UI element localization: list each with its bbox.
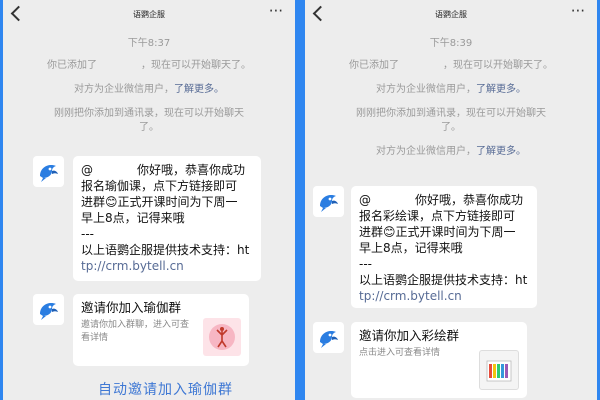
message-text: 你好哦，恭喜你成功 (137, 163, 246, 177)
chat-title: 语鹦企服 (435, 10, 467, 19)
message-link[interactable]: tp://crm.bytell.cn (81, 258, 253, 274)
parrot-logo-icon[interactable] (313, 186, 344, 217)
art-thumbnail-icon (479, 350, 519, 390)
message-text: 以上语鹦企服提供技术支持：ht (81, 243, 250, 257)
card-description: 点击进入可查看详情 (359, 348, 441, 358)
message-bubble[interactable]: @ 你好哦，恭喜你成功 报名瑜伽课，点下方链接即可 进群😊正式开课时间为下周一 早… (73, 156, 261, 281)
system-message-enterprise: 对方为企业微信用户，了解更多。 (305, 83, 597, 97)
system-text: ，现在可以开始聊天了。 (443, 60, 553, 71)
system-text: 对方为企业微信用户， (376, 84, 476, 95)
top-bar: 语鹦企服 ··· (3, 0, 295, 30)
message-separator: --- (81, 227, 94, 241)
parrot-logo-icon[interactable] (33, 156, 64, 187)
timestamp: 下午8:39 (429, 38, 473, 49)
message-link[interactable]: tp://crm.bytell.cn (359, 288, 529, 304)
system-text: 对方为企业微信用户， (74, 84, 174, 95)
message-text: 以上语鹦企服提供技术支持：ht (359, 273, 528, 287)
more-icon[interactable]: ··· (269, 2, 283, 20)
system-message-contacts: 刚刚把你添加到通讯录，现在可以开始聊天了。 (356, 108, 546, 133)
message-separator: --- (359, 257, 372, 271)
chat-screen-right: 语鹦企服 ··· 下午8:39 你已添加了 ，现在可以开始聊天了。 对方为企业微信… (305, 0, 597, 400)
more-icon[interactable]: ··· (571, 2, 585, 20)
system-message-enterprise: 对方为企业微信用户，了解更多。 (305, 145, 597, 159)
back-arrow-icon[interactable] (312, 5, 329, 22)
invite-card[interactable]: 邀请你加入瑜伽群 邀请你加入群聊，进入可查看详情 (73, 294, 249, 366)
learn-more-link[interactable]: 了解更多。 (476, 84, 526, 95)
system-message-added: 你已添加了 ，现在可以开始聊天了。 (3, 59, 295, 73)
message-text: 早上8点，记得来哦 (81, 211, 185, 225)
mention: @ (81, 163, 93, 177)
parrot-logo-icon[interactable] (33, 294, 64, 325)
system-message-enterprise: 对方为企业微信用户，了解更多。 (3, 83, 295, 97)
timestamp: 下午8:37 (127, 38, 171, 49)
parrot-logo-icon[interactable] (313, 322, 344, 353)
card-title: 邀请你加入瑜伽群 (81, 300, 182, 315)
chat-title: 语鹦企服 (133, 10, 165, 19)
system-text: 你已添加了 (47, 60, 97, 71)
message-text: 早上8点，记得来哦 (359, 241, 463, 255)
system-text: 对方为企业微信用户， (376, 146, 476, 157)
message-bubble[interactable]: @ 你好哦，恭喜你成功 报名彩绘课，点下方链接即可 进群😊正式开课时间为下周一 早… (351, 186, 537, 308)
message-text: 进群😊正式开课时间为下周一 (81, 195, 238, 209)
message-text: 报名瑜伽课，点下方链接即可 (81, 179, 238, 193)
auto-invite-link[interactable]: 自动邀请加入瑜伽群 (98, 379, 233, 399)
learn-more-link[interactable]: 了解更多。 (174, 84, 224, 95)
top-bar: 语鹦企服 ··· (305, 0, 597, 30)
system-text: ，现在可以开始聊天了。 (141, 60, 251, 71)
message-text: 报名彩绘课，点下方链接即可 (359, 209, 516, 223)
card-description: 邀请你加入群聊，进入可查看详情 (81, 320, 190, 343)
card-title: 邀请你加入彩绘群 (359, 328, 460, 343)
message-text: 进群😊正式开课时间为下周一 (359, 225, 516, 239)
system-message-contacts: 刚刚把你添加到通讯录，现在可以开始聊天了。 (54, 108, 244, 133)
yoga-thumbnail-icon (203, 318, 241, 356)
back-arrow-icon[interactable] (10, 5, 27, 22)
chat-screen-left: 语鹦企服 ··· 下午8:37 你已添加了 ，现在可以开始聊天了。 对方为企业微信… (3, 0, 295, 400)
learn-more-link[interactable]: 了解更多。 (476, 146, 526, 157)
invite-card[interactable]: 邀请你加入彩绘群 点击进入可查看详情 (351, 322, 527, 398)
message-text: 你好哦，恭喜你成功 (415, 193, 524, 207)
system-message-added: 你已添加了 ，现在可以开始聊天了。 (305, 59, 597, 73)
mention: @ (359, 193, 371, 207)
system-text: 你已添加了 (349, 60, 399, 71)
